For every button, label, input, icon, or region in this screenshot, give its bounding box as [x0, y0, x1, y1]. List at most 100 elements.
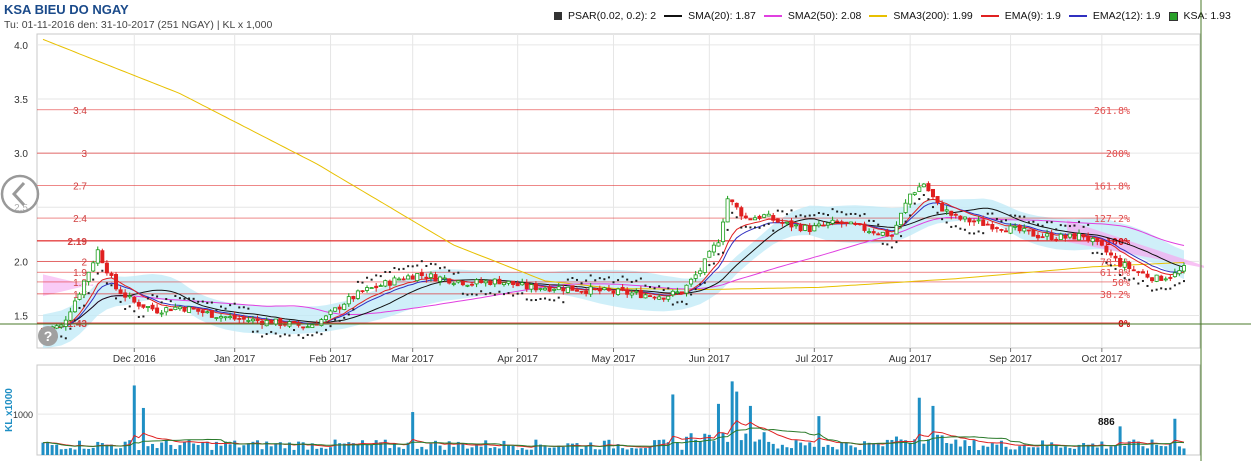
volume-bar — [383, 439, 387, 455]
volume-bar — [119, 448, 123, 455]
candle-body — [657, 296, 662, 300]
candle-body — [520, 282, 525, 286]
psar-dot — [877, 223, 880, 226]
psar-dot — [950, 225, 953, 228]
volume-bar — [694, 439, 698, 455]
psar-dot — [92, 278, 95, 281]
psar-dot — [489, 292, 492, 295]
candle-body — [273, 318, 278, 325]
candle-body — [1067, 233, 1072, 238]
volume-bar — [306, 449, 310, 455]
volume-bar — [548, 447, 552, 455]
candle-body — [949, 210, 954, 216]
psar-dot — [886, 243, 889, 246]
psar-dot — [311, 334, 314, 337]
psar-dot — [60, 335, 63, 338]
volume-bar — [178, 445, 182, 455]
volume-bar — [269, 446, 273, 455]
volume-bar — [885, 439, 889, 455]
candle-body — [661, 297, 666, 300]
candle-body — [821, 224, 826, 227]
volume-bar — [981, 445, 985, 455]
psar-dot — [575, 278, 578, 281]
volume-bar — [151, 443, 155, 455]
candle-body — [748, 218, 753, 221]
candle-body — [784, 221, 789, 224]
candle-body — [616, 288, 621, 295]
psar-dot — [457, 271, 460, 274]
help-button[interactable]: ? — [38, 326, 58, 346]
y-tick-label: 3.0 — [14, 149, 28, 160]
psar-dot — [594, 279, 597, 282]
candle-body — [1035, 234, 1040, 239]
candle-body — [1086, 235, 1091, 241]
candle-body — [953, 213, 958, 216]
volume-bar — [602, 440, 606, 455]
psar-dot — [817, 211, 820, 214]
candle-body — [734, 202, 739, 208]
candle-body — [894, 224, 899, 235]
volume-bar — [297, 441, 301, 455]
volume-bar — [662, 439, 666, 455]
volume-bar — [192, 443, 196, 455]
volume-bar — [817, 416, 821, 455]
volume-bar — [392, 443, 396, 455]
psar-dot — [142, 315, 145, 318]
candle-body — [506, 280, 511, 284]
psar-dot — [420, 260, 423, 263]
candle-body — [698, 270, 703, 275]
volume-bar — [593, 449, 597, 455]
psar-dot — [991, 212, 994, 215]
psar-dot — [261, 335, 264, 338]
volume-bar — [1159, 445, 1163, 455]
candle-body — [150, 304, 155, 310]
candle-body — [871, 231, 876, 234]
candle-body — [91, 262, 96, 272]
candle-body — [191, 307, 196, 310]
scroll-left-button[interactable] — [0, 174, 40, 214]
candle-body — [889, 234, 894, 237]
candle-body — [912, 192, 917, 195]
psar-dot — [425, 264, 428, 267]
candle-body — [830, 219, 835, 224]
psar-dot — [804, 215, 807, 218]
volume-bar — [698, 441, 702, 455]
volume-bar — [643, 448, 647, 455]
volume-bar — [758, 439, 762, 455]
psar-dot — [562, 301, 565, 304]
y-tick-label: 1.5 — [14, 312, 28, 323]
candle-body — [867, 231, 872, 234]
candle-body — [597, 287, 602, 292]
x-tick-label: Jan 2017 — [214, 354, 256, 365]
psar-dot — [1178, 282, 1181, 285]
candle-body — [561, 287, 566, 292]
fib-left-label: 3 — [81, 149, 87, 160]
candle-body — [1017, 224, 1022, 232]
psar-dot — [429, 262, 432, 265]
volume-bar — [146, 446, 150, 455]
candle-body — [438, 276, 443, 282]
candle-body — [369, 287, 374, 290]
psar-dot — [735, 216, 738, 219]
volume-bar — [744, 433, 748, 455]
candle-body — [1077, 233, 1082, 241]
volume-bar — [479, 446, 483, 455]
candle-body — [460, 281, 465, 286]
psar-dot — [1173, 284, 1176, 287]
volume-bar — [114, 448, 118, 455]
candle-body — [762, 214, 767, 218]
volume-bar — [132, 385, 136, 455]
candle-body — [1040, 236, 1045, 239]
volume-bar — [488, 448, 492, 455]
candle-body — [666, 295, 671, 300]
psar-dot — [680, 300, 683, 303]
candle-body — [456, 280, 461, 283]
candle-body — [1104, 245, 1109, 253]
fib-label: 261.8% — [1094, 106, 1130, 117]
volume-bar — [598, 449, 602, 455]
candle-body — [962, 216, 967, 220]
candle-body — [1090, 237, 1095, 243]
volume-bar — [621, 448, 625, 455]
psar-dot — [986, 212, 989, 215]
psar-dot — [224, 307, 227, 310]
